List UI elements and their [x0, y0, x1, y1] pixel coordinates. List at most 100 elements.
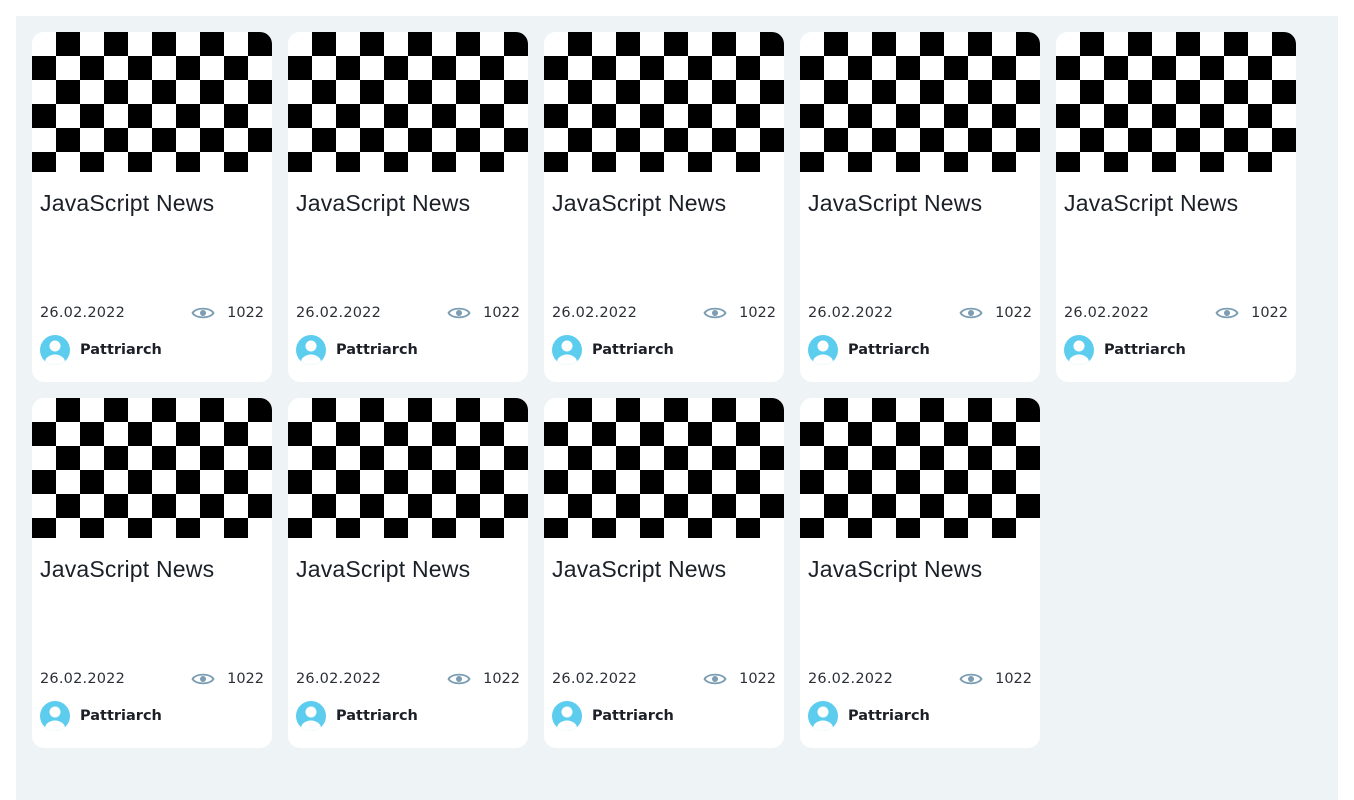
news-card-author[interactable]: Pattriarch: [1064, 335, 1186, 365]
news-card-author-name[interactable]: Pattriarch: [1104, 342, 1186, 358]
news-card-date: 26.02.2022: [1064, 305, 1150, 321]
news-card-author[interactable]: Pattriarch: [552, 335, 674, 365]
user-avatar-icon: [552, 335, 582, 365]
news-card-views: 1022: [959, 671, 1032, 687]
news-card-title[interactable]: JavaScript News: [1064, 190, 1238, 217]
news-card-title[interactable]: JavaScript News: [40, 190, 214, 217]
news-card-meta: 26.02.2022 1022: [296, 671, 520, 689]
news-card-image[interactable]: [32, 32, 272, 172]
news-card-author[interactable]: Pattriarch: [296, 701, 418, 731]
news-card-author-name[interactable]: Pattriarch: [80, 342, 162, 358]
news-card-author-name[interactable]: Pattriarch: [592, 708, 674, 724]
news-card-views: 1022: [447, 305, 520, 321]
eye-icon: [959, 673, 983, 685]
news-card-view-count: 1022: [995, 305, 1032, 321]
news-card-date: 26.02.2022: [552, 671, 638, 687]
news-card[interactable]: JavaScript News 26.02.2022 1022 Pattriar…: [800, 32, 1040, 382]
news-card-author-name[interactable]: Pattriarch: [336, 708, 418, 724]
news-card-view-count: 1022: [227, 305, 264, 321]
news-card-meta: 26.02.2022 1022: [552, 305, 776, 323]
news-card-title[interactable]: JavaScript News: [808, 190, 982, 217]
news-card[interactable]: JavaScript News 26.02.2022 1022 Pattriar…: [1056, 32, 1296, 382]
news-card-date: 26.02.2022: [808, 305, 894, 321]
news-card-view-count: 1022: [227, 671, 264, 687]
news-card-views: 1022: [959, 305, 1032, 321]
news-card-view-count: 1022: [1251, 305, 1288, 321]
news-card-title[interactable]: JavaScript News: [552, 190, 726, 217]
news-card[interactable]: JavaScript News 26.02.2022 1022 Pattriar…: [32, 398, 272, 748]
news-card-image[interactable]: [544, 398, 784, 538]
eye-icon: [191, 307, 215, 319]
news-card-meta: 26.02.2022 1022: [552, 671, 776, 689]
news-card-views: 1022: [1215, 305, 1288, 321]
news-card-view-count: 1022: [739, 305, 776, 321]
eye-icon: [191, 673, 215, 685]
user-avatar-icon: [40, 335, 70, 365]
news-card-view-count: 1022: [483, 671, 520, 687]
news-card-meta: 26.02.2022 1022: [296, 305, 520, 323]
news-card-meta: 26.02.2022 1022: [808, 671, 1032, 689]
news-card-views: 1022: [191, 671, 264, 687]
news-card[interactable]: JavaScript News 26.02.2022 1022 Pattriar…: [544, 398, 784, 748]
news-card-date: 26.02.2022: [296, 671, 382, 687]
news-card-date: 26.02.2022: [296, 305, 382, 321]
eye-icon: [447, 673, 471, 685]
news-card-author[interactable]: Pattriarch: [552, 701, 674, 731]
news-card-image[interactable]: [288, 32, 528, 172]
news-card-date: 26.02.2022: [808, 671, 894, 687]
news-card-author[interactable]: Pattriarch: [808, 335, 930, 365]
news-card-author-name[interactable]: Pattriarch: [336, 342, 418, 358]
news-card-view-count: 1022: [995, 671, 1032, 687]
user-avatar-icon: [552, 701, 582, 731]
user-avatar-icon: [1064, 335, 1094, 365]
user-avatar-icon: [40, 701, 70, 731]
news-card-image[interactable]: [800, 398, 1040, 538]
news-card[interactable]: JavaScript News 26.02.2022 1022 Pattriar…: [288, 32, 528, 382]
news-card-meta: 26.02.2022 1022: [40, 305, 264, 323]
news-card-author-name[interactable]: Pattriarch: [848, 708, 930, 724]
news-card-views: 1022: [447, 671, 520, 687]
news-card-image[interactable]: [288, 398, 528, 538]
news-card[interactable]: JavaScript News 26.02.2022 1022 Pattriar…: [544, 32, 784, 382]
news-card[interactable]: JavaScript News 26.02.2022 1022 Pattriar…: [288, 398, 528, 748]
news-card-views: 1022: [703, 671, 776, 687]
news-card-author[interactable]: Pattriarch: [40, 701, 162, 731]
news-card-title[interactable]: JavaScript News: [808, 556, 982, 583]
news-card-date: 26.02.2022: [40, 671, 126, 687]
eye-icon: [1215, 307, 1239, 319]
news-card-author-name[interactable]: Pattriarch: [848, 342, 930, 358]
news-card-author-name[interactable]: Pattriarch: [80, 708, 162, 724]
news-card[interactable]: JavaScript News 26.02.2022 1022 Pattriar…: [32, 32, 272, 382]
news-card-date: 26.02.2022: [552, 305, 638, 321]
news-card-author[interactable]: Pattriarch: [296, 335, 418, 365]
news-card-title[interactable]: JavaScript News: [40, 556, 214, 583]
news-card-image[interactable]: [1056, 32, 1296, 172]
news-card-image[interactable]: [800, 32, 1040, 172]
news-card-meta: 26.02.2022 1022: [40, 671, 264, 689]
news-card-title[interactable]: JavaScript News: [296, 556, 470, 583]
news-card-views: 1022: [703, 305, 776, 321]
news-card-meta: 26.02.2022 1022: [1064, 305, 1288, 323]
news-card-views: 1022: [191, 305, 264, 321]
news-card-grid: JavaScript News 26.02.2022 1022 Pattriar…: [32, 32, 1296, 748]
news-card-author[interactable]: Pattriarch: [808, 701, 930, 731]
user-avatar-icon: [296, 335, 326, 365]
news-card-image[interactable]: [544, 32, 784, 172]
news-card-date: 26.02.2022: [40, 305, 126, 321]
news-card[interactable]: JavaScript News 26.02.2022 1022 Pattriar…: [800, 398, 1040, 748]
news-feed-panel: JavaScript News 26.02.2022 1022 Pattriar…: [16, 16, 1338, 800]
news-card-title[interactable]: JavaScript News: [296, 190, 470, 217]
eye-icon: [447, 307, 471, 319]
user-avatar-icon: [296, 701, 326, 731]
news-card-title[interactable]: JavaScript News: [552, 556, 726, 583]
news-card-meta: 26.02.2022 1022: [808, 305, 1032, 323]
eye-icon: [959, 307, 983, 319]
news-card-image[interactable]: [32, 398, 272, 538]
eye-icon: [703, 307, 727, 319]
user-avatar-icon: [808, 335, 838, 365]
news-card-view-count: 1022: [739, 671, 776, 687]
news-card-view-count: 1022: [483, 305, 520, 321]
news-card-author[interactable]: Pattriarch: [40, 335, 162, 365]
news-card-author-name[interactable]: Pattriarch: [592, 342, 674, 358]
eye-icon: [703, 673, 727, 685]
